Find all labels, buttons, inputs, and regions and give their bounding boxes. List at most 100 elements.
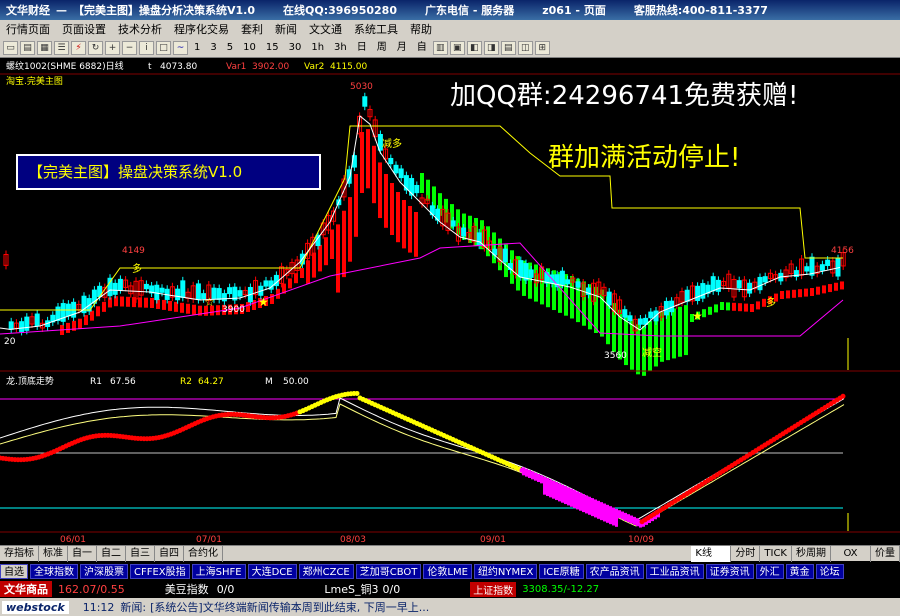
menu-item-page-settings[interactable]: 页面设置 <box>56 21 112 37</box>
market-tab-dce[interactable]: 大连DCE <box>247 564 297 579</box>
ma-band-bar <box>150 298 154 308</box>
tab-second-period[interactable]: 秒周期 <box>792 545 831 562</box>
system-box-text: 【完美主图】操盘决策系统V1.0 <box>28 163 242 181</box>
market-tab-hs-stocks[interactable]: 沪深股票 <box>80 564 128 579</box>
tab-custom-2[interactable]: 自二 <box>97 545 126 562</box>
market-tab-global[interactable]: 全球指数 <box>30 564 78 579</box>
chart-icon-1[interactable]: ▥ <box>432 40 448 55</box>
chart-icon-5[interactable]: ▤ <box>500 40 516 55</box>
ma-band-bar <box>678 306 682 357</box>
market-tab-forum[interactable]: 论坛 <box>815 564 844 579</box>
tab-standard[interactable]: 标准 <box>39 545 68 562</box>
tab-contract[interactable]: 合约化 <box>184 545 223 562</box>
candle-body <box>695 285 701 301</box>
m-value: 50.00 <box>283 377 309 387</box>
market-tab-forex[interactable]: 外汇 <box>755 564 784 579</box>
ticker-brand-value: 162.07/0.55 <box>58 582 125 596</box>
menu-item-wenwentong[interactable]: 文文通 <box>303 21 348 37</box>
list-icon[interactable]: ☰ <box>54 40 69 55</box>
period-week[interactable]: 周 <box>372 40 392 56</box>
period-3h[interactable]: 3h <box>329 40 352 56</box>
market-tab-cbot[interactable]: 芝加哥CBOT <box>355 564 422 579</box>
candle-body <box>736 280 742 289</box>
candle-body <box>627 315 633 322</box>
period-custom[interactable]: 自 <box>412 40 432 56</box>
ticker-brand: 文华商品 <box>0 581 52 597</box>
market-tab-securities-news[interactable]: 证券资讯 <box>705 564 754 579</box>
period-1[interactable]: 1 <box>189 40 205 56</box>
period-month[interactable]: 月 <box>392 40 412 56</box>
ma-band-bar <box>360 132 364 193</box>
market-tab-gold[interactable]: 黄金 <box>785 564 814 579</box>
print-icon[interactable]: ▤ <box>20 40 35 55</box>
chart-area[interactable]: 螺纹1002(SHME 6882)日线 t 4073.80 Var1 3902.… <box>0 58 900 545</box>
ma-band-bar <box>792 289 796 298</box>
market-tab-industrial-news[interactable]: 工业品资讯 <box>645 564 704 579</box>
tab-save-indicator[interactable]: 存指标 <box>0 545 39 562</box>
candle-body <box>637 318 643 325</box>
tab-kline[interactable]: K线 <box>691 545 732 562</box>
ma-band-bar <box>708 306 712 315</box>
tab-custom-4[interactable]: 自四 <box>155 545 184 562</box>
zoom-in-icon[interactable]: + <box>105 40 120 55</box>
candle-body <box>237 290 243 297</box>
ma-band-bar <box>780 291 784 299</box>
candle-body <box>34 313 40 327</box>
tab-price-volume[interactable]: 价量 <box>871 545 900 562</box>
window-icon[interactable]: □ <box>156 40 171 55</box>
star-marker-1: ☆ <box>204 295 215 309</box>
chart-icon-4[interactable]: ◨ <box>483 40 499 55</box>
candle-body <box>684 289 690 302</box>
period-15[interactable]: 15 <box>261 40 284 56</box>
market-tab-agri-news[interactable]: 农产品资讯 <box>585 564 644 579</box>
menu-item-programmatic[interactable]: 程序化交易 <box>168 21 235 37</box>
market-tab-lme[interactable]: 伦敦LME <box>423 564 472 579</box>
chart-icon-3[interactable]: ◧ <box>466 40 482 55</box>
period-day[interactable]: 日 <box>352 40 372 56</box>
market-tab-czce[interactable]: 郑州CZCE <box>298 564 354 579</box>
period-3[interactable]: 3 <box>205 40 221 56</box>
var2-value: 4115.00 <box>330 62 367 72</box>
tab-ox[interactable]: OX <box>831 545 871 562</box>
ma-band-bar <box>66 322 70 333</box>
menu-item-news[interactable]: 新闻 <box>269 21 303 37</box>
market-tab-cffex[interactable]: CFFEX股指 <box>130 564 190 579</box>
news-text[interactable]: [系统公告]文华终端新闻传输本周到此结束, 下周一早上... <box>150 599 429 615</box>
var2-label: Var2 <box>304 62 324 72</box>
chart-icon-2[interactable]: ▣ <box>449 40 465 55</box>
menu-item-quotes[interactable]: 行情页面 <box>0 21 56 37</box>
market-tab-watchlist[interactable]: 自选 <box>0 564 28 579</box>
tab-tick[interactable]: TICK <box>760 545 792 562</box>
r1-label: R1 <box>90 377 102 387</box>
star-marker-2: ★ <box>258 295 269 309</box>
market-tab-nymex[interactable]: 纽约NYMEX <box>473 564 538 579</box>
tab-custom-1[interactable]: 自一 <box>68 545 97 562</box>
candle-body <box>398 168 404 179</box>
menu-item-tools[interactable]: 系统工具 <box>348 21 404 37</box>
chart-icon-6[interactable]: ◫ <box>517 40 533 55</box>
kline-chart[interactable]: 螺纹1002(SHME 6882)日线 t 4073.80 Var1 3902.… <box>0 58 900 545</box>
tab-custom-3[interactable]: 自三 <box>126 545 155 562</box>
bolt-icon[interactable]: ⚡ <box>71 40 86 55</box>
indicator-title: 龙.顶底走势 <box>6 375 54 387</box>
period-5[interactable]: 5 <box>222 40 238 56</box>
market-tab-ice[interactable]: ICE原糖 <box>539 564 584 579</box>
menu-item-technical[interactable]: 技术分析 <box>112 21 168 37</box>
menu-item-help[interactable]: 帮助 <box>404 21 438 37</box>
reduce-label-2: 减空 <box>642 346 662 359</box>
open-icon[interactable]: ▭ <box>3 40 18 55</box>
period-10[interactable]: 10 <box>238 40 261 56</box>
t-label: t <box>148 62 152 72</box>
grid-icon[interactable]: ▦ <box>37 40 52 55</box>
chart-icon-7[interactable]: ⊞ <box>534 40 550 55</box>
menu-item-arbitrage[interactable]: 套利 <box>235 21 269 37</box>
market-tab-shfe[interactable]: 上海SHFE <box>191 564 246 579</box>
tab-timeshare[interactable]: 分时 <box>731 545 761 562</box>
zoom-out-icon[interactable]: − <box>122 40 137 55</box>
period-1h[interactable]: 1h <box>306 40 329 56</box>
info-icon[interactable]: i <box>139 40 154 55</box>
refresh-icon[interactable]: ↻ <box>88 40 103 55</box>
wave-icon[interactable]: ~ <box>173 40 188 55</box>
period-30[interactable]: 30 <box>284 40 307 56</box>
app-name: 文华财经 <box>6 4 50 17</box>
